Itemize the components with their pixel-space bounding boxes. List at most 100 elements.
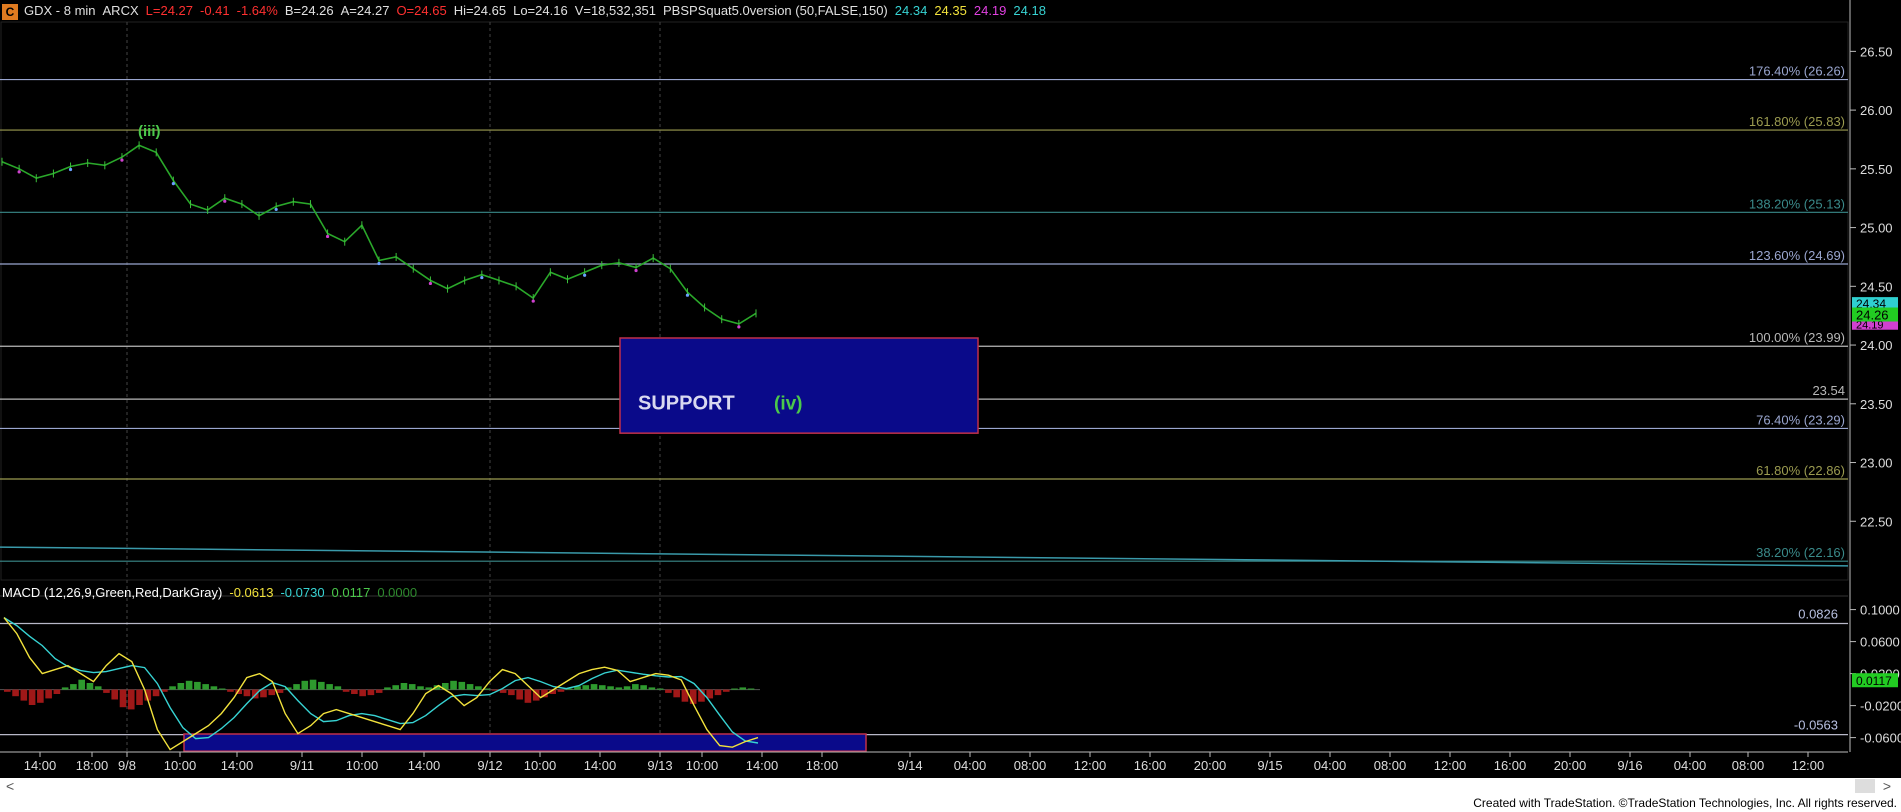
scroll-right-arrow[interactable]: >: [1883, 778, 1891, 794]
time-tick-label: 9/16: [1617, 758, 1642, 773]
macd-histogram-bar: [227, 689, 234, 692]
price-line: [1, 144, 757, 325]
time-tick-label: 14:00: [408, 758, 441, 773]
macd-histogram-bar: [243, 689, 251, 697]
macd-histogram-bar: [127, 689, 135, 710]
signal-dot: [685, 293, 690, 297]
wave-iv-label: (iv): [774, 394, 803, 415]
macd-histogram-bar: [615, 687, 623, 690]
price-tick-label: 26.50: [1860, 44, 1893, 59]
macd-histogram-bar: [20, 689, 28, 701]
trend-line: [0, 546, 1849, 567]
time-tick-label: 9/11: [290, 758, 314, 773]
macd-histogram-bar: [61, 687, 69, 690]
macd-histogram-bar: [318, 681, 325, 690]
time-tick-label: 12:00: [1792, 758, 1825, 773]
signal-dot: [223, 199, 227, 203]
macd-histogram-bar: [475, 686, 482, 690]
fib-level-label: 100.00% (23.99): [1749, 330, 1845, 345]
macd-title: MACD (12,26,9,Green,Red,DarkGray): [2, 585, 223, 600]
macd-histogram-bar: [598, 685, 606, 690]
macd-histogram-bar: [342, 689, 350, 692]
macd-histogram-bar: [334, 686, 342, 690]
time-tick-label: 14:00: [24, 758, 57, 773]
macd-histogram-bar: [359, 689, 366, 697]
price-tick-label: 25.00: [1860, 221, 1893, 236]
macd-histogram-bar: [425, 687, 433, 690]
price-tick-label: 22.50: [1860, 514, 1893, 529]
time-tick-label: 12:00: [1434, 758, 1467, 773]
macd-histogram-bar: [37, 689, 44, 703]
macd-histogram-bar: [450, 680, 457, 690]
signal-dot: [325, 234, 330, 239]
time-tick-label: 16:00: [1134, 758, 1167, 773]
time-tick-label: 04:00: [954, 758, 987, 773]
price-chart[interactable]: 26.50 26.00 25.50 25.00 24.50 24.00 23.50 23.00…: [0, 0, 1901, 778]
macd-histogram-bar: [384, 687, 391, 690]
scroll-thumb[interactable]: [1855, 779, 1875, 793]
macd-histogram-bar: [607, 686, 614, 690]
signal-dot: [531, 299, 535, 303]
macd-histogram-bar: [417, 686, 424, 690]
time-tick-label: 9/13: [647, 758, 672, 773]
macd-value-4: 0.0000: [377, 585, 418, 600]
macd-tick-label: 0.0600: [1860, 635, 1900, 650]
signal-dot: [737, 325, 741, 329]
fib-level-label: 38.20% (22.16): [1756, 545, 1845, 560]
time-tick-label: 16:00: [1494, 758, 1527, 773]
macd-histogram-bar: [169, 686, 176, 690]
time-tick-label: 9/8: [118, 758, 136, 773]
time-tick-label: 18:00: [76, 758, 109, 773]
support-zone: [619, 337, 979, 434]
fib-level-label: 123.60% (24.69): [1749, 248, 1845, 263]
time-tick-label: 20:00: [1554, 758, 1587, 773]
fib-level-label: 23.54: [1812, 383, 1845, 398]
signal-dot: [480, 275, 484, 280]
macd-histogram-bar: [623, 686, 631, 690]
macd-histogram-bar: [4, 689, 11, 692]
macd-histogram-bar: [276, 689, 284, 693]
macd-histogram-bar: [103, 689, 110, 693]
macd-line: [3, 617, 759, 751]
time-tick-label: 04:00: [1314, 758, 1347, 773]
horizontal-scrollbar[interactable]: < >: [0, 778, 1901, 794]
macd-histogram-bar: [722, 689, 730, 692]
signal-dot: [120, 158, 124, 162]
macd-histogram-bar: [326, 684, 333, 690]
macd-histogram-bar: [78, 679, 85, 690]
macd-histogram-bar: [185, 680, 193, 690]
macd-histogram-bar: [656, 688, 664, 690]
macd-histogram-bar: [119, 689, 127, 708]
macd-histogram-bar: [136, 689, 143, 705]
macd-histogram-bar: [739, 687, 747, 690]
macd-histogram-bar: [458, 681, 466, 690]
macd-histogram-bar: [747, 688, 755, 690]
price-tick-label: 24.50: [1860, 279, 1893, 294]
signal-dot: [583, 273, 587, 277]
macd-histogram-bar: [367, 689, 375, 696]
macd-value-2: -0.0730: [280, 585, 325, 600]
macd-histogram-bar: [152, 689, 160, 697]
macd-histogram-bar: [375, 689, 383, 693]
time-tick-label: 08:00: [1374, 758, 1407, 773]
signal-dot: [17, 170, 21, 174]
price-tick-label: 26.00: [1860, 103, 1893, 118]
macd-tick-label: 0.1000: [1860, 603, 1900, 618]
macd-histogram-bar: [28, 689, 36, 705]
macd-histogram-bar: [665, 689, 672, 693]
time-tick-label: 10:00: [524, 758, 557, 773]
fib-level-label: 161.80% (25.83): [1749, 114, 1845, 129]
signal-dot: [171, 181, 175, 186]
macd-histogram-bar: [632, 684, 639, 690]
macd-level-label: -0.0563: [1794, 718, 1838, 733]
macd-value-3: 0.0117: [331, 585, 371, 600]
price-tick-label: 23.00: [1860, 456, 1893, 471]
scroll-left-arrow[interactable]: <: [6, 778, 14, 794]
support-label: SUPPORT: [638, 393, 735, 415]
signal-dot: [377, 261, 381, 266]
macd-histogram-bar: [400, 683, 408, 690]
macd-tick-label: -0.0600: [1860, 731, 1901, 746]
macd-histogram-bar: [86, 683, 94, 690]
signal-dot: [274, 207, 278, 212]
macd-histogram-bar: [392, 685, 400, 690]
